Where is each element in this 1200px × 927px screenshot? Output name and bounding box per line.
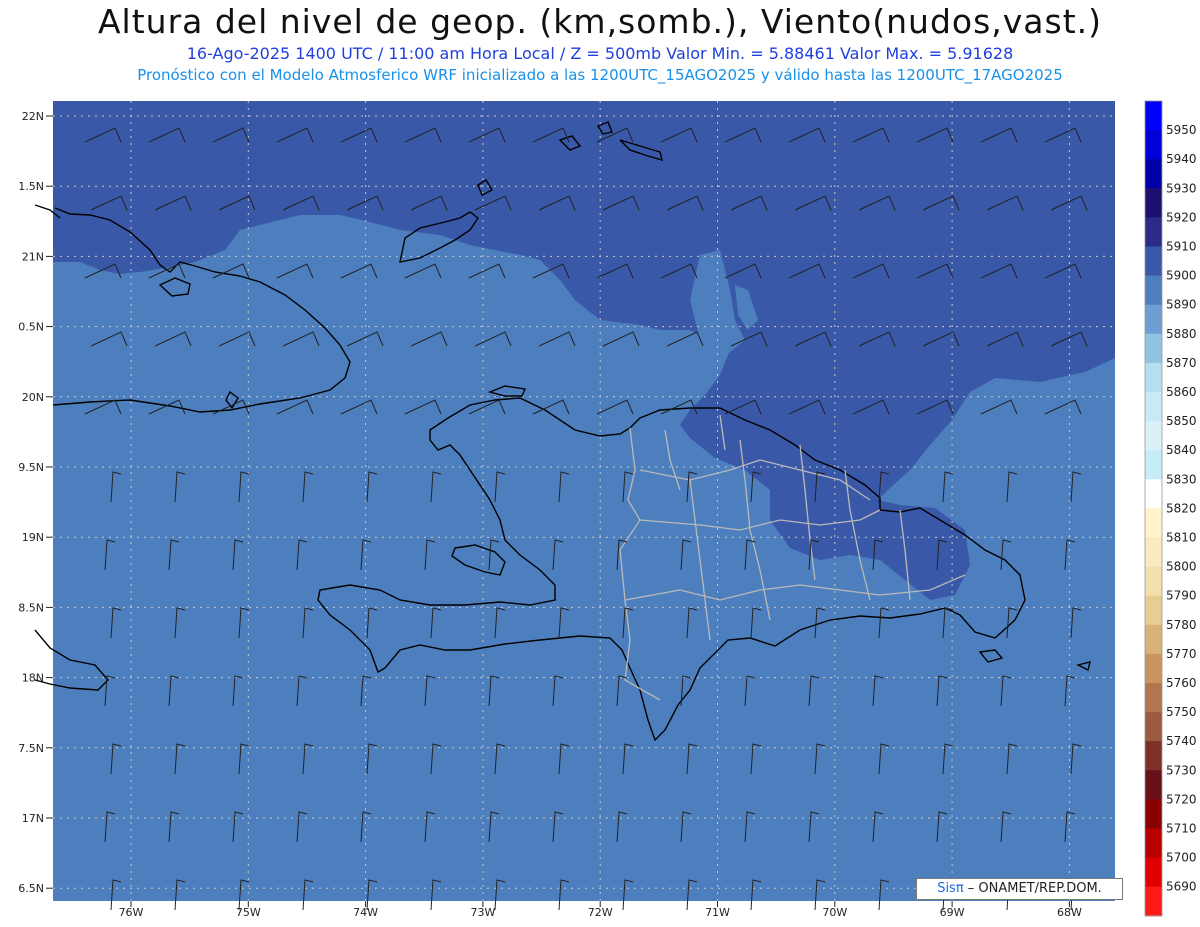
colorbar-swatch	[1145, 624, 1162, 655]
colorbar-swatch	[1145, 595, 1162, 626]
colorbar-swatch	[1145, 159, 1162, 189]
colorbar-swatch	[1145, 188, 1162, 218]
longitude-label: 70W	[822, 906, 847, 919]
longitude-labels: 76W 75W 74W 73W 72W 71W 70W 69W 68W	[119, 901, 1082, 919]
latitude-label: 22N	[22, 110, 44, 123]
colorbar-swatch	[1145, 857, 1162, 888]
colorbar-level-label: 5710	[1166, 822, 1197, 836]
colorbar-level-label: 5750	[1166, 705, 1197, 719]
colorbar-level-label: 5910	[1166, 240, 1197, 254]
colorbar-level-label: 5930	[1166, 181, 1197, 195]
colorbar-level-label: 5840	[1166, 443, 1197, 457]
colorbar-swatch	[1145, 392, 1162, 422]
sispi-logo: Sisπ	[937, 881, 964, 896]
weather-map: 22N 1.5N 21N 0.5N 20N 9.5N 19N 8.5N 18N 7.5N 17N 6.…	[18, 100, 1197, 919]
colorbar: 5950 5940 5930 5920 5910 5900 5890 5880 5870 5860…	[1144, 100, 1197, 917]
latitude-label: 6.5N	[18, 882, 44, 895]
colorbar-level-label: 5900	[1166, 269, 1197, 283]
latitude-label: 8.5N	[18, 601, 44, 614]
colorbar-level-label: 5780	[1166, 618, 1197, 632]
colorbar-level-label: 5690	[1166, 880, 1197, 894]
colorbar-swatch	[1145, 566, 1162, 597]
colorbar-swatch	[1145, 450, 1162, 480]
colorbar-level-label: 5810	[1166, 531, 1197, 545]
latitude-label: 17N	[22, 812, 44, 825]
colorbar-level-label: 5740	[1166, 734, 1197, 748]
colorbar-level-label: 5800	[1166, 560, 1197, 574]
longitude-label: 72W	[588, 906, 613, 919]
latitude-label: 1.5N	[18, 180, 44, 193]
colorbar-swatch	[1145, 130, 1162, 160]
colorbar-level-label: 5830	[1166, 472, 1197, 486]
colorbar-swatch	[1145, 828, 1162, 859]
colorbar-swatch	[1145, 333, 1162, 364]
colorbar-level-label: 5700	[1166, 851, 1197, 865]
longitude-label: 74W	[353, 906, 378, 919]
colorbar-level-label: 5920	[1166, 210, 1197, 224]
colorbar-swatch	[1145, 101, 1162, 131]
colorbar-swatch	[1145, 479, 1162, 509]
latitude-labels: 22N 1.5N 21N 0.5N 20N 9.5N 19N 8.5N 18N 7.5N 17N 6.…	[18, 110, 53, 895]
latitude-label: 21N	[22, 250, 44, 263]
latitude-label: 20N	[22, 391, 44, 404]
colorbar-swatch	[1145, 886, 1162, 917]
latitude-label: 7.5N	[18, 742, 44, 755]
colorbar-swatch	[1145, 537, 1162, 568]
colorbar-level-label: 5820	[1166, 501, 1197, 515]
colorbar-level-label: 5950	[1166, 123, 1197, 137]
colorbar-swatch	[1145, 275, 1162, 306]
colorbar-level-label: 5790	[1166, 589, 1197, 603]
latitude-label: 18N	[22, 672, 44, 685]
colorbar-swatch	[1145, 683, 1162, 713]
colorbar-swatch	[1145, 421, 1162, 451]
colorbar-swatch	[1145, 304, 1162, 335]
latitude-label: 0.5N	[18, 321, 44, 334]
colorbar-level-label: 5940	[1166, 152, 1197, 166]
colorbar-level-label: 5880	[1166, 327, 1197, 341]
colorbar-swatch	[1145, 741, 1162, 771]
longitude-label: 73W	[470, 906, 495, 919]
colorbar-swatch	[1145, 799, 1162, 829]
credit-text: – ONAMET/REP.DOM.	[963, 881, 1102, 896]
longitude-label: 76W	[119, 906, 144, 919]
colorbar-level-label: 5730	[1166, 763, 1197, 777]
colorbar-swatch	[1145, 246, 1162, 277]
latitude-label: 19N	[22, 531, 44, 544]
colorbar-swatch	[1145, 362, 1162, 393]
colorbar-swatch	[1145, 508, 1162, 538]
colorbar-level-label: 5860	[1166, 385, 1197, 399]
colorbar-level-label: 5870	[1166, 356, 1197, 370]
colorbar-level-label: 5770	[1166, 647, 1197, 661]
colorbar-swatch	[1145, 770, 1162, 800]
colorbar-level-label: 5760	[1166, 676, 1197, 690]
longitude-label: 68W	[1057, 906, 1082, 919]
colorbar-level-label: 5720	[1166, 792, 1197, 806]
latitude-label: 9.5N	[18, 461, 44, 474]
colorbar-swatch	[1145, 712, 1162, 742]
colorbar-level-label: 5890	[1166, 298, 1197, 312]
colorbar-swatch	[1145, 653, 1162, 684]
longitude-label: 71W	[705, 906, 730, 919]
colorbar-level-label: 5850	[1166, 414, 1197, 428]
credit-box: Sisπ – ONAMET/REP.DOM.	[916, 878, 1123, 900]
colorbar-swatch	[1145, 217, 1162, 247]
